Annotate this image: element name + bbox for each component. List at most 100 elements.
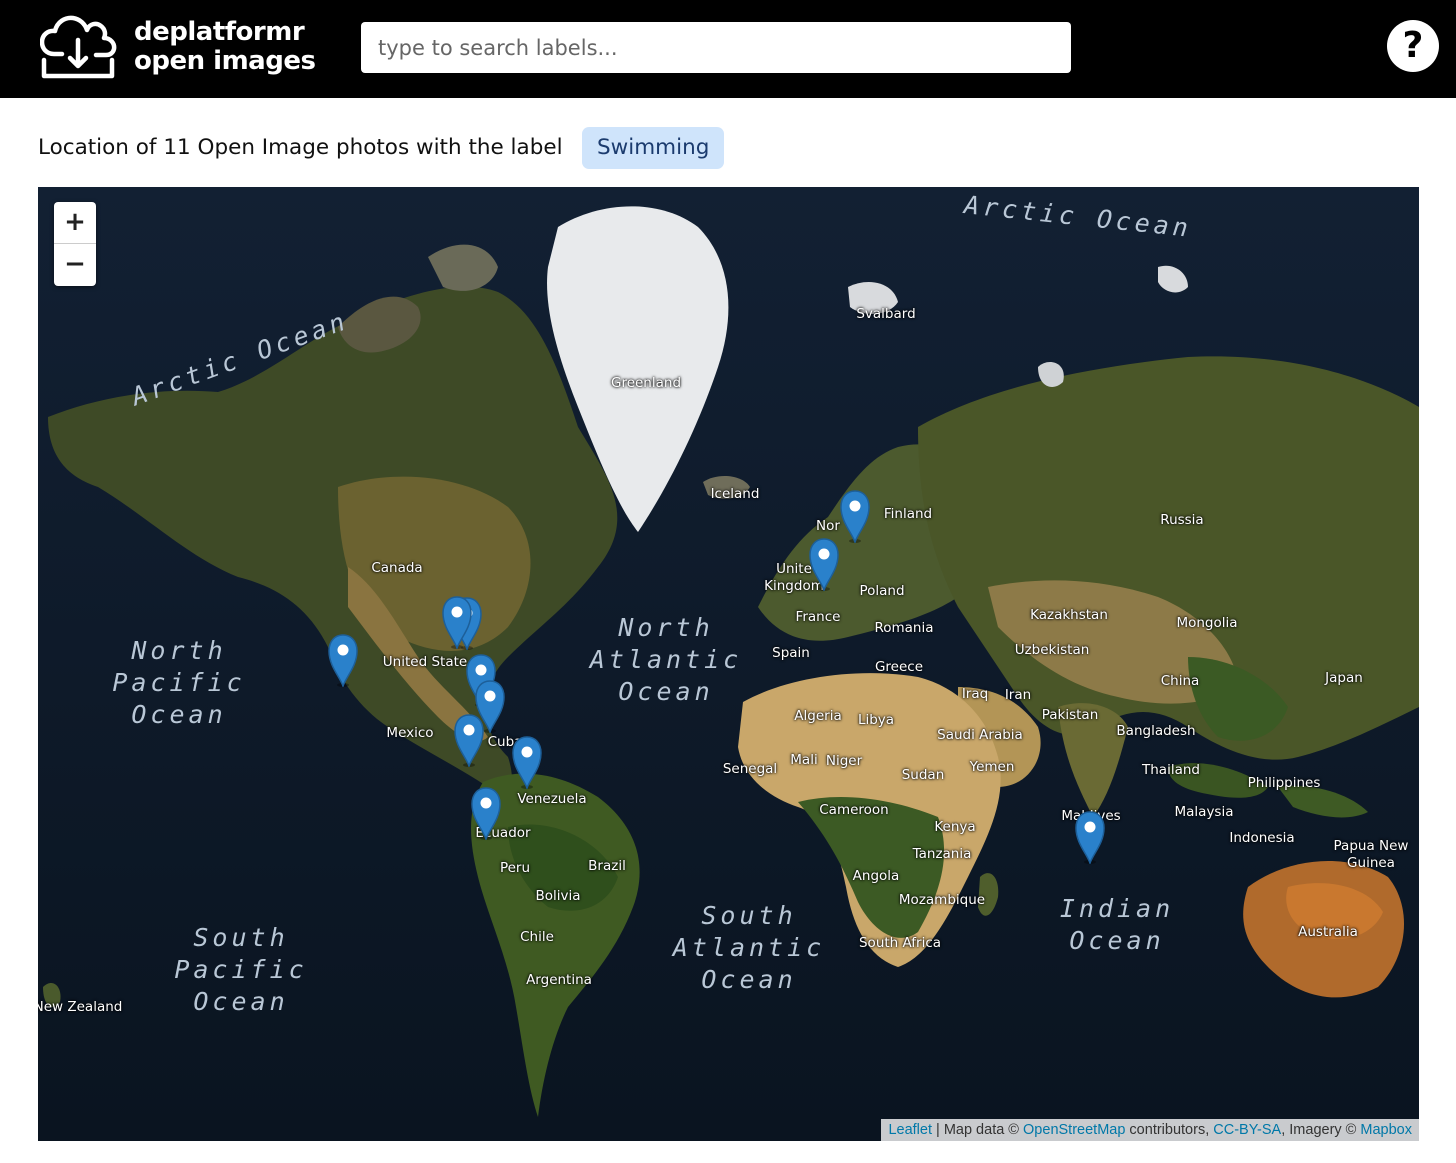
cloud-download-icon[interactable] [40, 14, 120, 80]
place-label: Poland [859, 583, 905, 599]
location-marker[interactable] [511, 735, 543, 789]
ocean-label-line: South [701, 901, 797, 930]
place-label: Mozambique [898, 892, 986, 908]
ocean-label-line: North [618, 613, 714, 642]
results-caption: Location of 11 Open Image photos with th… [38, 135, 563, 160]
ocean-label: North Pacific Ocean [112, 635, 245, 731]
ocean-label-line: Pacific [174, 955, 308, 984]
place-label: Papua New [1333, 838, 1409, 854]
zoom-in-button[interactable]: + [54, 202, 96, 244]
place-label: Greece [874, 659, 924, 675]
place-label: Algeria [794, 708, 842, 724]
place-label: Malaysia [1174, 804, 1234, 820]
ocean-label-line: Ocean [1069, 926, 1165, 955]
brand-line-1: deplatformr [134, 17, 305, 47]
location-marker[interactable] [1074, 810, 1106, 864]
place-label: Saudi Arabia [937, 727, 1023, 743]
place-label: Canada [371, 560, 423, 576]
ocean-label-line: North [131, 636, 227, 665]
place-label: Unite [776, 561, 812, 577]
place-label: Mongolia [1176, 615, 1238, 631]
place-label: Senegal [722, 761, 778, 777]
location-marker[interactable] [470, 786, 502, 840]
place-label: Bolivia [535, 888, 581, 904]
location-marker[interactable] [441, 595, 473, 649]
place-label: Iran [1004, 687, 1032, 703]
place-label: Russia [1160, 512, 1204, 528]
attribution-text: , Imagery © [1281, 1122, 1361, 1138]
license-link[interactable]: CC-BY-SA [1213, 1122, 1281, 1138]
attribution-text: contributors, [1125, 1122, 1214, 1138]
place-label: Australia [1298, 924, 1358, 940]
place-label: United State [382, 654, 468, 670]
place-label: Mali [790, 752, 818, 768]
place-label: Peru [499, 860, 531, 876]
place-label: Iraq [961, 686, 989, 702]
place-label: France [795, 609, 841, 625]
ocean-label: South Atlantic Ocean [673, 900, 825, 996]
top-bar: deplatformr open images ? [0, 0, 1456, 98]
mapbox-link[interactable]: Mapbox [1360, 1122, 1412, 1138]
label-chip[interactable]: Swimming [582, 127, 725, 169]
leaflet-link[interactable]: Leaflet [888, 1122, 932, 1138]
place-label: Argentina [526, 972, 592, 988]
ocean-label-line: Ocean [701, 965, 797, 994]
place-label: Chile [520, 929, 554, 945]
place-label: Yemen [969, 759, 1015, 775]
place-label: Bangladesh [1116, 723, 1196, 739]
place-label: Sudan [901, 767, 945, 783]
place-label: Thailand [1142, 762, 1200, 778]
location-marker[interactable] [839, 489, 871, 543]
place-label: Mexico [386, 725, 434, 741]
brand-name[interactable]: deplatformr open images [134, 17, 316, 76]
place-label: Guinea [1347, 855, 1395, 871]
world-map[interactable]: + − Arctic Ocean Arctic Ocean North Pacific… [38, 187, 1419, 1141]
ocean-label: South Pacific Ocean [174, 922, 307, 1018]
ocean-label-line: Ocean [131, 700, 227, 729]
place-label: Nor [816, 518, 840, 534]
attribution-text: | Map data © [932, 1122, 1024, 1138]
ocean-label-line: Ocean [193, 987, 289, 1016]
place-label: Pakistan [1041, 707, 1099, 723]
ocean-label-line: Atlantic [672, 933, 826, 962]
zoom-out-button[interactable]: − [54, 244, 96, 285]
location-marker[interactable] [808, 537, 840, 591]
ocean-label-line: Ocean [618, 677, 714, 706]
place-label: Finland [883, 506, 933, 522]
map-attribution: Leaflet | Map data © OpenStreetMap contr… [881, 1119, 1419, 1141]
place-label: Brazil [588, 858, 626, 874]
ocean-label-line: Atlantic [589, 645, 743, 674]
osm-link[interactable]: OpenStreetMap [1023, 1122, 1125, 1138]
place-label: Tanzania [912, 846, 972, 862]
ocean-label-line: South [193, 923, 289, 952]
place-label: Libya [857, 712, 895, 728]
location-marker[interactable] [327, 633, 359, 687]
help-button[interactable]: ? [1387, 20, 1439, 72]
ocean-label: North Atlantic Ocean [590, 612, 742, 708]
place-label: Angola [852, 868, 900, 884]
place-label: New Zealand [38, 999, 123, 1015]
zoom-control: + − [54, 202, 96, 286]
place-label: Venezuela [517, 791, 587, 807]
place-label: Cameroon [819, 802, 889, 818]
place-label: Greenland [610, 375, 682, 391]
place-label: Kenya [934, 819, 976, 835]
brand-line-2: open images [134, 46, 316, 76]
ocean-label-line: Indian [1059, 894, 1175, 923]
place-label: Japan [1325, 670, 1363, 686]
ocean-label: Indian Ocean [1060, 893, 1174, 957]
place-label: Spain [772, 645, 810, 661]
place-label: Uzbekistan [1014, 642, 1090, 658]
question-icon: ? [1402, 25, 1424, 66]
place-label: Niger [825, 753, 863, 769]
place-label: Kazakhstan [1030, 607, 1108, 623]
place-label: South Africa [858, 935, 942, 951]
location-marker[interactable] [453, 713, 485, 767]
place-label: Indonesia [1229, 830, 1295, 846]
place-label: Iceland [710, 486, 760, 502]
place-label: Svalbard [856, 306, 916, 322]
place-label: China [1160, 673, 1200, 689]
place-label: Philippines [1247, 775, 1321, 791]
search-input[interactable] [361, 22, 1071, 73]
place-label: Romania [874, 620, 934, 636]
